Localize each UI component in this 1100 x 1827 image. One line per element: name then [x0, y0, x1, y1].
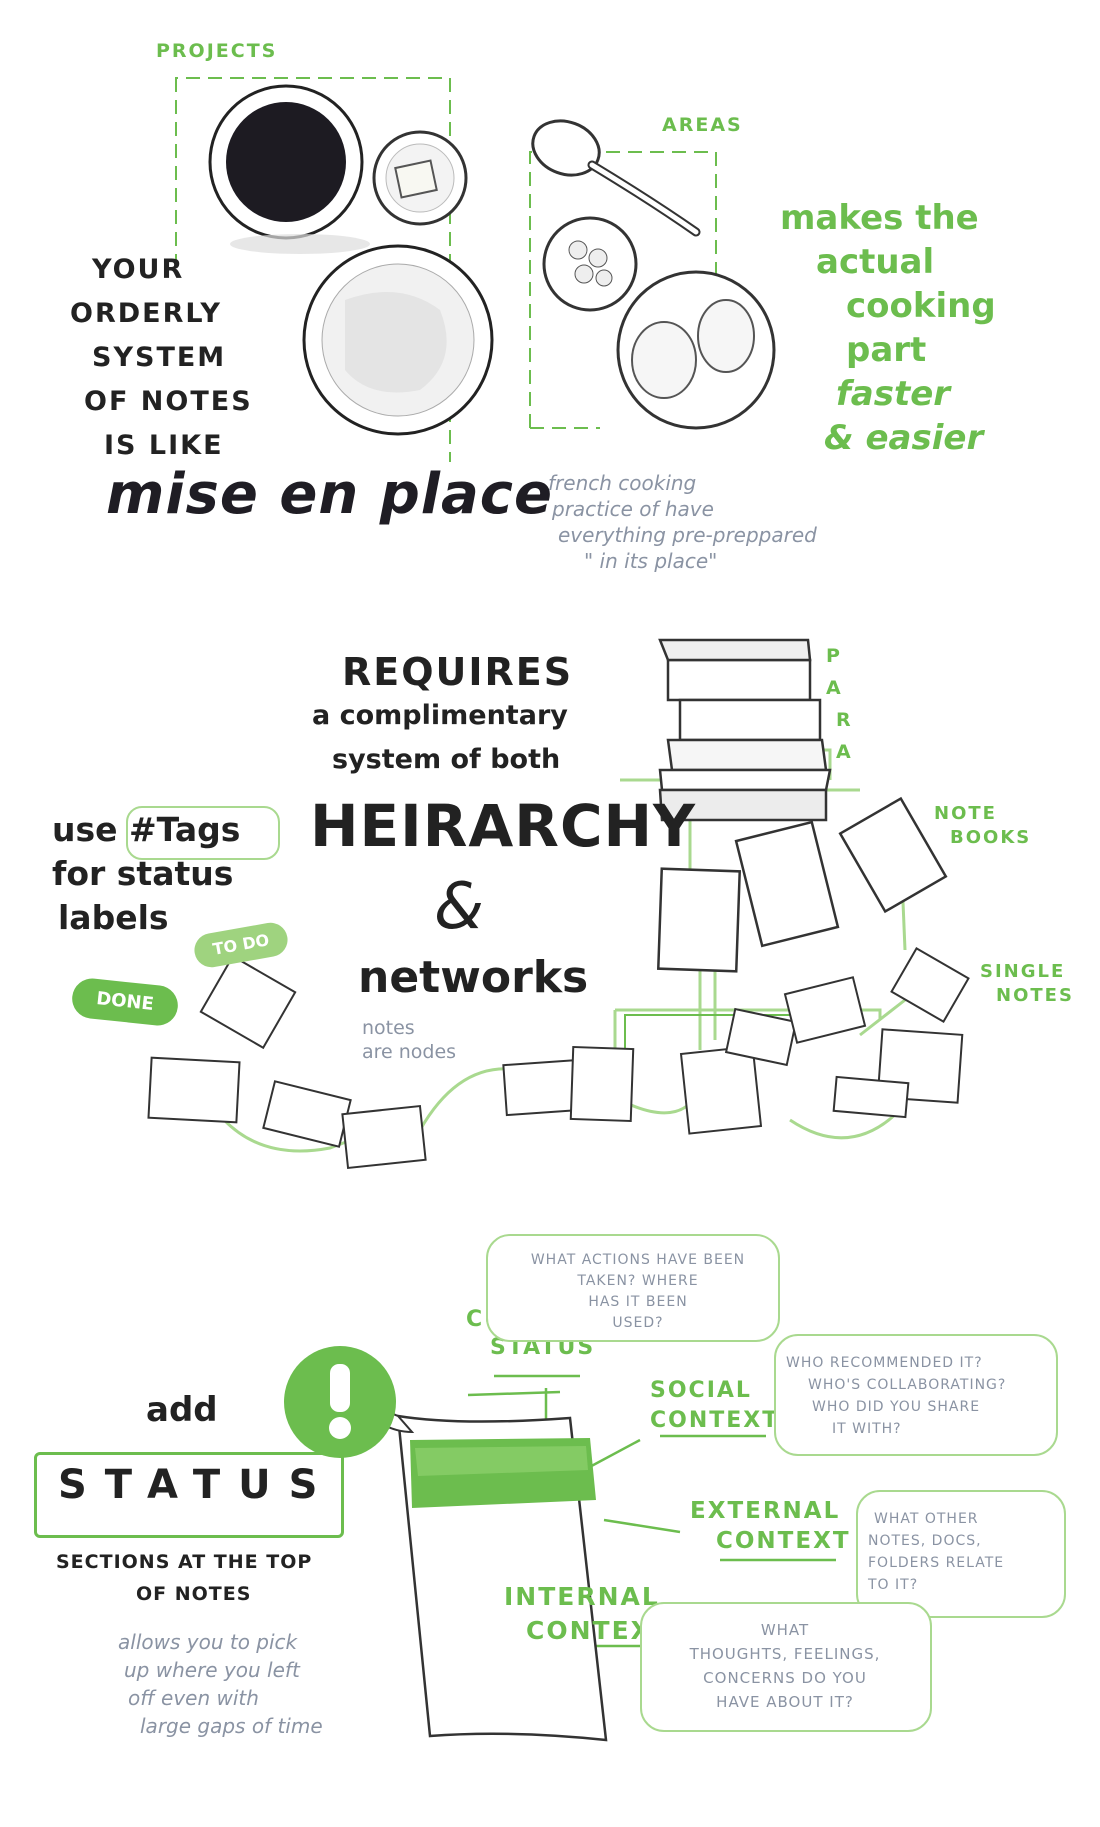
social-context-line: SOCIAL [650, 1378, 752, 1403]
social-context-label: SOCIAL CONTEXT [650, 1376, 779, 1436]
internal-context-question: HAVE ABOUT IT? [716, 1693, 854, 1711]
current-status-question: HAS IT BEEN [588, 1294, 688, 1310]
internal-context-question: WHAT [760, 1621, 810, 1639]
allows-line: allows you to pick [118, 1630, 298, 1654]
internal-context-question: THOUGHTS, FEELINGS, [689, 1645, 881, 1663]
current-status-questions: WHAT ACTIONS HAVE BEEN TAKEN? WHERE HAS … [508, 1250, 768, 1334]
external-context-line: EXTERNAL [690, 1498, 841, 1524]
external-context-questions: WHAT OTHER NOTES, DOCS, FOLDERS RELATE T… [868, 1508, 1004, 1596]
sections-text: SECTIONS AT THE TOP OF NOTES [56, 1546, 312, 1610]
current-status-question: TAKEN? WHERE [577, 1273, 699, 1289]
external-context-question: TO IT? [868, 1577, 919, 1593]
allows-line: large gaps of time [140, 1714, 323, 1738]
social-context-question: WHO RECOMMENDED IT? [786, 1355, 983, 1371]
external-context-line: CONTEXT [716, 1528, 851, 1554]
allows-text: allows you to pick up where you left off… [118, 1628, 323, 1740]
internal-context-questions: WHAT THOUGHTS, FEELINGS, CONCERNS DO YOU… [654, 1618, 916, 1714]
note-document [370, 1411, 608, 1742]
social-context-question: WHO'S COLLABORATING? [808, 1377, 1007, 1393]
external-context-label: EXTERNAL CONTEXT [690, 1496, 851, 1556]
social-context-question: IT WITH? [832, 1421, 902, 1437]
social-context-line: CONTEXT [650, 1408, 780, 1433]
social-context-question: WHO DID YOU SHARE [812, 1399, 981, 1415]
current-status-question: USED? [612, 1315, 664, 1331]
sections-line: OF NOTES [136, 1583, 252, 1605]
external-context-question: WHAT OTHER [874, 1511, 979, 1527]
social-context-questions: WHO RECOMMENDED IT? WHO'S COLLABORATING?… [786, 1352, 1006, 1440]
status-word: STATUS [58, 1462, 336, 1508]
current-status-question: WHAT ACTIONS HAVE BEEN [530, 1252, 746, 1268]
external-context-question: FOLDERS RELATE [868, 1555, 1005, 1571]
sections-line: SECTIONS AT THE TOP [56, 1551, 313, 1573]
internal-context-question: CONCERNS DO YOU [703, 1669, 867, 1687]
add-word: add [146, 1390, 218, 1430]
allows-line: up where you left [124, 1658, 300, 1682]
external-context-question: NOTES, DOCS, [868, 1533, 982, 1549]
allows-line: off even with [128, 1686, 259, 1710]
alert-icon [284, 1346, 396, 1458]
